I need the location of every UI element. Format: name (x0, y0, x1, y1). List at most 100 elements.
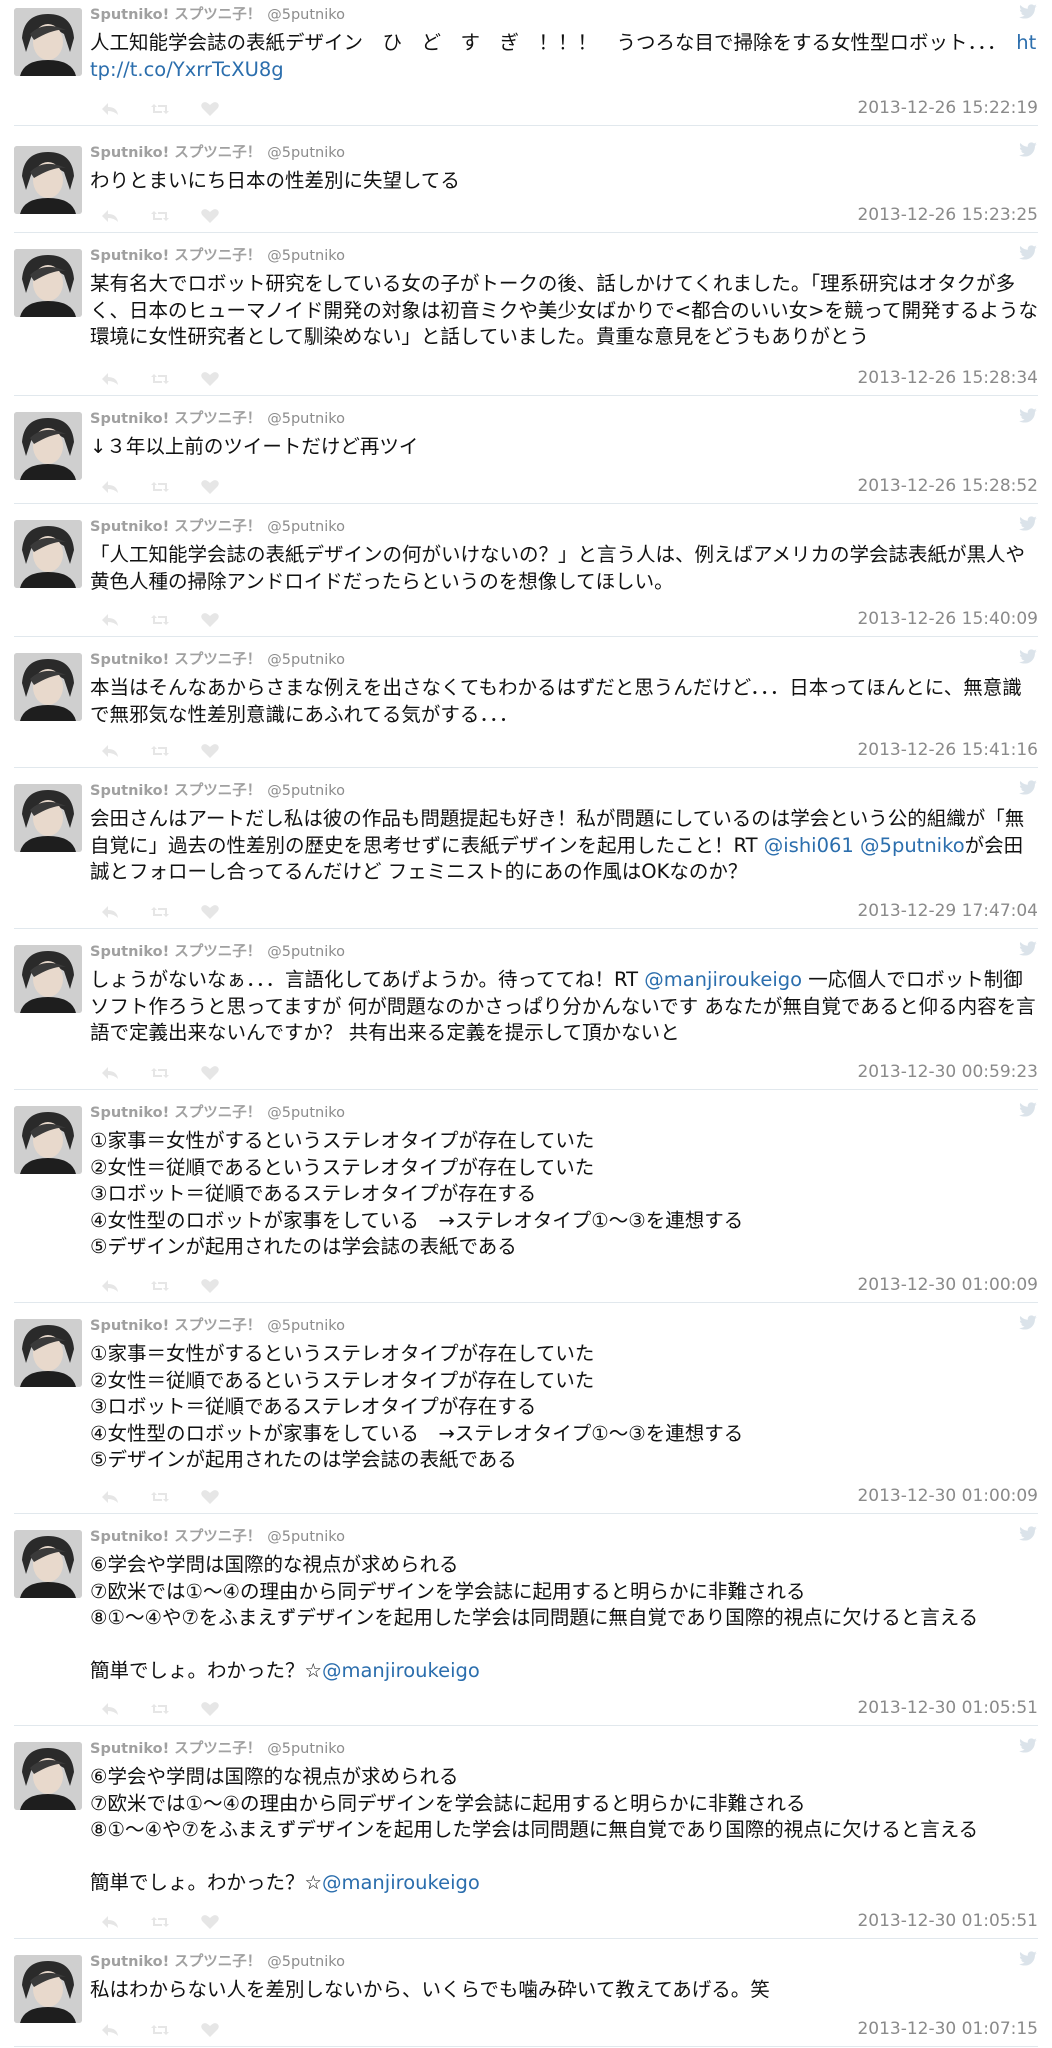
reply-icon[interactable] (100, 2022, 120, 2038)
avatar[interactable] (14, 653, 82, 721)
username-handle[interactable]: @5putniko (267, 1954, 345, 1970)
tweet-timestamp[interactable]: 2013-12-26 15:22:19 (857, 98, 1038, 118)
tweet-actions (100, 1488, 220, 1506)
tweet-link[interactable]: @ishi061 (764, 834, 854, 857)
heart-icon[interactable] (200, 1701, 220, 1717)
reply-icon[interactable] (100, 1489, 120, 1505)
display-name[interactable]: Sputniko! スプツニ子！ (90, 248, 261, 264)
heart-icon[interactable] (200, 479, 220, 495)
reply-icon[interactable] (100, 1701, 120, 1717)
heart-icon[interactable] (200, 1914, 220, 1930)
display-name[interactable]: Sputniko! スプツニ子！ (90, 1105, 261, 1121)
retweet-icon[interactable] (150, 743, 170, 759)
reply-icon[interactable] (100, 1278, 120, 1294)
username-handle[interactable]: @5putniko (267, 1105, 345, 1121)
heart-icon[interactable] (200, 1489, 220, 1505)
display-name[interactable]: Sputniko! スプツニ子！ (90, 145, 261, 161)
retweet-icon[interactable] (150, 479, 170, 495)
heart-icon[interactable] (200, 1278, 220, 1294)
heart-icon[interactable] (200, 904, 220, 920)
tweet-timestamp[interactable]: 2013-12-26 15:41:16 (857, 740, 1038, 760)
display-name[interactable]: Sputniko! スプツニ子！ (90, 519, 261, 535)
username-handle[interactable]: @5putniko (267, 944, 345, 960)
tweet-timestamp[interactable]: 2013-12-30 00:59:23 (857, 1062, 1038, 1082)
reply-icon[interactable] (100, 101, 120, 117)
username-handle[interactable]: @5putniko (267, 1318, 345, 1334)
retweet-icon[interactable] (150, 371, 170, 387)
display-name[interactable]: Sputniko! スプツニ子！ (90, 7, 261, 23)
avatar[interactable] (14, 1106, 82, 1174)
username-handle[interactable]: @5putniko (267, 145, 345, 161)
tweet-timestamp[interactable]: 2013-12-26 15:23:25 (857, 205, 1038, 225)
avatar[interactable] (14, 1319, 82, 1387)
tweet-link[interactable]: @manjiroukeigo (322, 1659, 480, 1682)
avatar[interactable] (14, 520, 82, 588)
tweet-timestamp[interactable]: 2013-12-30 01:00:09 (857, 1275, 1038, 1295)
reply-icon[interactable] (100, 479, 120, 495)
avatar[interactable] (14, 412, 82, 480)
retweet-icon[interactable] (150, 101, 170, 117)
reply-icon[interactable] (100, 743, 120, 759)
retweet-icon[interactable] (150, 1489, 170, 1505)
tweet-timestamp[interactable]: 2013-12-26 15:28:52 (857, 476, 1038, 496)
heart-icon[interactable] (200, 743, 220, 759)
reply-icon[interactable] (100, 904, 120, 920)
username-handle[interactable]: @5putniko (267, 1529, 345, 1545)
heart-icon[interactable] (200, 2022, 220, 2038)
display-name[interactable]: Sputniko! スプツニ子！ (90, 1529, 261, 1545)
avatar[interactable] (14, 1530, 82, 1598)
tweet-timestamp[interactable]: 2013-12-30 01:00:09 (857, 1486, 1038, 1506)
avatar[interactable] (14, 784, 82, 852)
display-name[interactable]: Sputniko! スプツニ子！ (90, 944, 261, 960)
reply-icon[interactable] (100, 612, 120, 628)
tweet-link[interactable]: @manjiroukeigo (644, 968, 802, 991)
retweet-icon[interactable] (150, 612, 170, 628)
avatar[interactable] (14, 249, 82, 317)
heart-icon[interactable] (200, 208, 220, 224)
avatar[interactable] (14, 8, 82, 76)
display-name[interactable]: Sputniko! スプツニ子！ (90, 652, 261, 668)
tweet-link[interactable]: @manjiroukeigo (322, 1871, 480, 1894)
tweet-timestamp[interactable]: 2013-12-26 15:40:09 (857, 609, 1038, 629)
retweet-icon[interactable] (150, 1278, 170, 1294)
username-handle[interactable]: @5putniko (267, 248, 345, 264)
display-name[interactable]: Sputniko! スプツニ子！ (90, 783, 261, 799)
reply-icon[interactable] (100, 371, 120, 387)
username-handle[interactable]: @5putniko (267, 7, 345, 23)
username-handle[interactable]: @5putniko (267, 1741, 345, 1757)
retweet-icon[interactable] (150, 208, 170, 224)
retweet-icon[interactable] (150, 2022, 170, 2038)
retweet-icon[interactable] (150, 1701, 170, 1717)
username-handle[interactable]: @5putniko (267, 519, 345, 535)
tweet-timestamp[interactable]: 2013-12-26 15:28:34 (857, 368, 1038, 388)
reply-icon[interactable] (100, 1914, 120, 1930)
tweet-timestamp[interactable]: 2013-12-30 01:05:51 (857, 1911, 1038, 1931)
retweet-icon[interactable] (150, 1914, 170, 1930)
display-name[interactable]: Sputniko! スプツニ子！ (90, 1741, 261, 1757)
twitter-bird-icon (1019, 1951, 1037, 1966)
tweet-timestamp[interactable]: 2013-12-30 01:05:51 (857, 1698, 1038, 1718)
username-handle[interactable]: @5putniko (267, 411, 345, 427)
display-name[interactable]: Sputniko! スプツニ子！ (90, 411, 261, 427)
heart-icon[interactable] (200, 101, 220, 117)
avatar[interactable] (14, 945, 82, 1013)
tweet-timestamp[interactable]: 2013-12-29 17:47:04 (857, 901, 1038, 921)
retweet-icon[interactable] (150, 904, 170, 920)
retweet-icon[interactable] (150, 1065, 170, 1081)
heart-icon[interactable] (200, 1065, 220, 1081)
avatar[interactable] (14, 146, 82, 214)
reply-icon[interactable] (100, 208, 120, 224)
avatar[interactable] (14, 1742, 82, 1810)
tweet-text-segment: ⑥学会や学問は国際的な視点が求められる ⑦欧米では①〜④の理由から同デザインを学… (90, 1553, 979, 1682)
username-handle[interactable]: @5putniko (267, 652, 345, 668)
avatar[interactable] (14, 1955, 82, 2023)
display-name[interactable]: Sputniko! スプツニ子！ (90, 1954, 261, 1970)
username-handle[interactable]: @5putniko (267, 783, 345, 799)
reply-icon[interactable] (100, 1065, 120, 1081)
tweet-timestamp[interactable]: 2013-12-30 01:07:15 (857, 2019, 1038, 2039)
tweet-header: Sputniko! スプツニ子！ @5putniko (90, 3, 345, 24)
tweet-link[interactable]: @5putniko (860, 834, 965, 857)
heart-icon[interactable] (200, 612, 220, 628)
heart-icon[interactable] (200, 371, 220, 387)
display-name[interactable]: Sputniko! スプツニ子！ (90, 1318, 261, 1334)
